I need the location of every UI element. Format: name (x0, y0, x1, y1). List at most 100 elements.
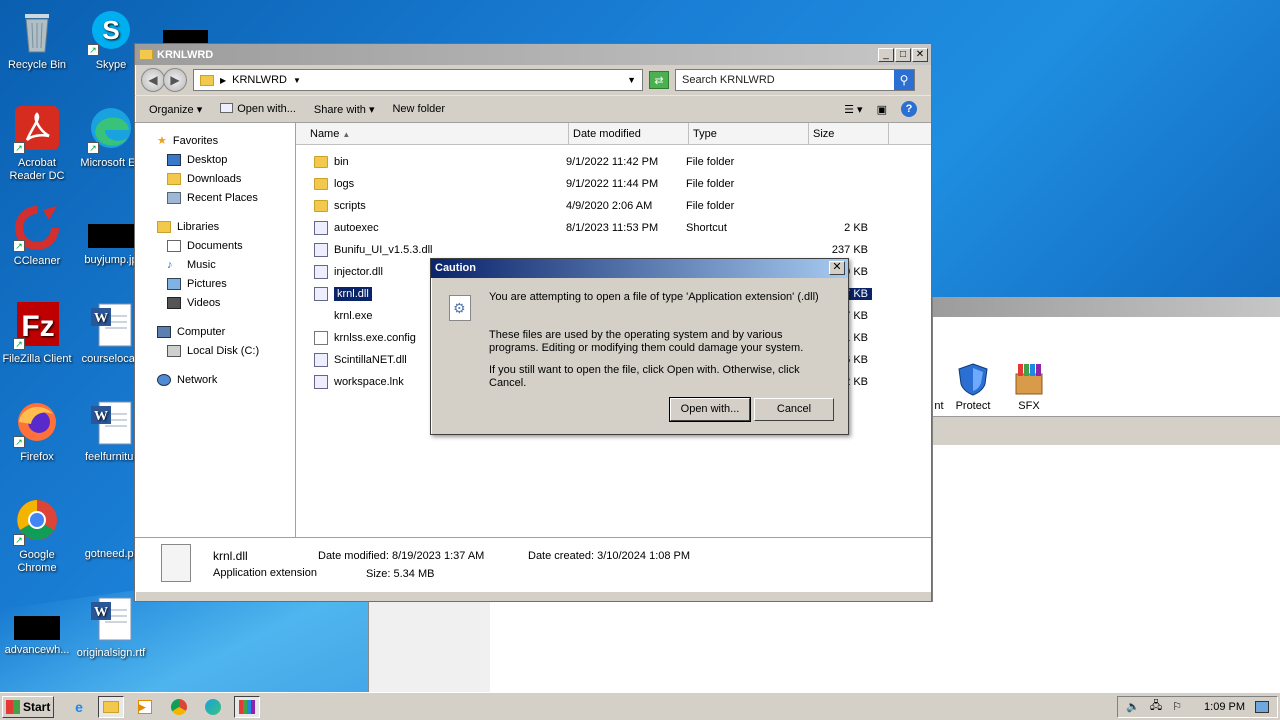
minimize-button[interactable]: _ (878, 47, 894, 62)
nav-label: Libraries (177, 220, 220, 233)
nav-network[interactable]: Network (135, 370, 295, 389)
nav-videos[interactable]: Videos (135, 293, 295, 312)
open-with-label: Open with... (237, 103, 296, 115)
background-window-toolbar: nt Protect SFX (933, 317, 1280, 417)
close-button[interactable]: ✕ (912, 47, 928, 62)
desktop-icon-acrobat[interactable]: ↗ Acrobat Reader DC (0, 106, 74, 183)
file-date: 8/1/2023 11:53 PM (566, 222, 659, 234)
nav-label: Network (177, 373, 218, 386)
explorer-titlebar[interactable]: KRNLWRD _ □ ✕ (135, 44, 931, 65)
file-name: krnl.exe (334, 310, 373, 322)
file-row-bin[interactable]: bin 9/1/2022 11:42 PM File folder (296, 151, 931, 173)
column-header-type[interactable]: Type (689, 123, 809, 144)
background-window-titlebar (933, 297, 1280, 317)
desktop-icon-label: Skype (95, 59, 127, 71)
open-with-button[interactable]: Open with... (669, 397, 751, 422)
clock[interactable]: 1:09 PM (1204, 701, 1245, 713)
winrar-taskbar-icon[interactable] (234, 695, 260, 718)
nav-pictures[interactable]: Pictures (135, 274, 295, 293)
close-icon[interactable]: ✕ (829, 261, 845, 275)
file-date: 9/1/2022 11:42 PM (566, 156, 659, 168)
nav-computer[interactable]: Computer (135, 322, 295, 341)
media-player-icon[interactable]: ▶ (132, 696, 158, 718)
recycle-bin-icon (13, 8, 61, 56)
desktop-icon-filezilla[interactable]: Fz ↗ FileZilla Client (0, 302, 74, 366)
address-bar[interactable]: ▶ KRNLWRD ▼ ▼ (193, 69, 643, 91)
start-button[interactable]: Start (2, 695, 54, 718)
nav-documents[interactable]: Documents (135, 236, 295, 255)
network-tray-icon[interactable]: 🖧 (1150, 697, 1162, 716)
documents-icon (167, 239, 181, 252)
nav-music[interactable]: ♪ Music (135, 255, 295, 274)
column-header-date[interactable]: Date modified (569, 123, 689, 144)
sfx-label: SFX (1018, 400, 1040, 412)
desktop-icon-label: CCleaner (13, 255, 61, 267)
volume-icon[interactable]: 🔈 (1126, 700, 1140, 713)
preview-pane-icon[interactable]: ▣ (877, 103, 887, 116)
desktop-icon-firefox[interactable]: ↗ Firefox (0, 400, 74, 464)
search-icon[interactable]: ⚲ (894, 70, 914, 90)
dll-file-icon (314, 353, 328, 367)
file-row-scripts[interactable]: scripts 4/9/2020 2:06 AM File folder (296, 195, 931, 217)
nav-downloads[interactable]: Downloads (135, 169, 295, 188)
file-row-logs[interactable]: logs 9/1/2022 11:44 PM File folder (296, 173, 931, 195)
star-icon: ★ (157, 135, 167, 147)
word-document-icon: W (87, 302, 135, 350)
word-document-icon: W (87, 596, 135, 644)
file-name: autoexec (334, 222, 379, 234)
back-button[interactable]: ◀ (141, 68, 165, 92)
share-with-button[interactable]: Share with ▾ (314, 103, 375, 116)
computer-icon (157, 325, 171, 338)
open-with-button[interactable]: Open with... (220, 103, 296, 115)
desktop-icon-ccleaner[interactable]: ↗ CCleaner (0, 204, 74, 268)
background-window-lower-panel (368, 602, 490, 692)
flag-icon[interactable]: ⚐ (1172, 700, 1182, 713)
search-input[interactable]: Search KRNLWRD ⚲ (675, 69, 915, 91)
recent-places-icon (167, 191, 181, 204)
downloads-folder-icon (167, 172, 181, 185)
nav-label: Pictures (187, 277, 227, 290)
sfx-button[interactable]: SFX (999, 362, 1059, 412)
breadcrumb[interactable]: KRNLWRD (232, 74, 287, 86)
view-options-icon[interactable]: ☰ ▾ (844, 103, 862, 116)
desktop-icon-originalsign[interactable]: W originalsign.rtf (74, 596, 148, 660)
address-dropdown-icon[interactable]: ▼ (627, 75, 636, 85)
edge-taskbar-icon[interactable] (200, 696, 226, 718)
chevron-down-icon[interactable]: ▼ (293, 76, 301, 85)
explorer-taskbar-icon[interactable] (98, 695, 124, 718)
desktop-icon-chrome[interactable]: ↗ Google Chrome (0, 498, 74, 575)
desktop-icon-label: originalsign.rtf (76, 647, 146, 659)
config-file-icon (314, 331, 328, 345)
nav-favorites[interactable]: ★ Favorites (135, 131, 295, 150)
ie-icon[interactable]: e (66, 696, 92, 718)
chrome-taskbar-icon[interactable] (166, 696, 192, 718)
dialog-titlebar[interactable]: Caution ✕ (431, 259, 848, 278)
show-desktop-icon[interactable] (1255, 700, 1269, 713)
nav-label: Local Disk (C:) (187, 344, 260, 357)
file-row-autoexec[interactable]: autoexec 8/1/2023 11:53 PM Shortcut 2 KB (296, 217, 931, 239)
nav-recent-places[interactable]: Recent Places (135, 188, 295, 207)
file-name: scripts (334, 200, 366, 212)
breadcrumb-arrow-icon[interactable]: ▶ (220, 76, 226, 85)
svg-text:W: W (94, 409, 108, 424)
organize-label: Organize (149, 103, 194, 116)
column-header-row: Name ▲ Date modified Type Size (296, 123, 931, 145)
desktop-icon-recycle-bin[interactable]: Recycle Bin (0, 8, 74, 72)
column-label: Name (310, 128, 340, 140)
new-folder-button[interactable]: New folder (392, 103, 445, 115)
column-header-size[interactable]: Size (809, 123, 889, 144)
column-header-name[interactable]: Name ▲ (296, 123, 569, 144)
nav-desktop[interactable]: Desktop (135, 150, 295, 169)
protect-button[interactable]: Protect (943, 362, 1003, 412)
desktop-icon-label: Acrobat Reader DC (9, 157, 65, 182)
desktop-icon-advancewh[interactable]: advancewh... (0, 616, 74, 657)
search-placeholder: Search KRNLWRD (682, 74, 775, 86)
refresh-button[interactable]: ⇄ (649, 71, 669, 89)
nav-local-disk[interactable]: Local Disk (C:) (135, 341, 295, 360)
forward-button[interactable]: ▶ (163, 68, 187, 92)
help-icon[interactable]: ? (901, 101, 917, 117)
cancel-button[interactable]: Cancel (754, 398, 834, 421)
organize-button[interactable]: Organize ▾ (149, 103, 202, 116)
nav-libraries[interactable]: Libraries (135, 217, 295, 236)
maximize-button[interactable]: □ (895, 47, 911, 62)
